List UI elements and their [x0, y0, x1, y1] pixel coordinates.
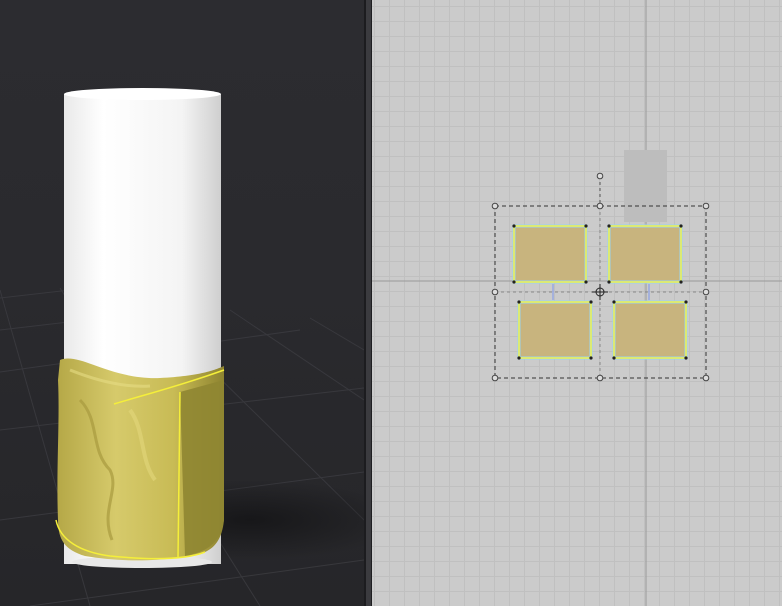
uv-island-bottom-right[interactable] [612, 300, 688, 360]
uv-island-bottom-left[interactable] [517, 300, 593, 360]
viewport-3d[interactable] [0, 0, 364, 606]
viewport-3d-canvas[interactable] [0, 0, 364, 606]
uv-island-top-right[interactable] [607, 224, 683, 284]
uv-tile-ghost [624, 150, 667, 222]
transform-gizmo-icon[interactable] [592, 284, 608, 300]
uv-editor[interactable] [372, 0, 782, 606]
viewport-divider[interactable] [364, 0, 372, 606]
uv-island-top-left[interactable] [512, 224, 588, 284]
uv-editor-canvas[interactable] [372, 0, 782, 606]
wrap-mesh[interactable] [55, 358, 225, 561]
